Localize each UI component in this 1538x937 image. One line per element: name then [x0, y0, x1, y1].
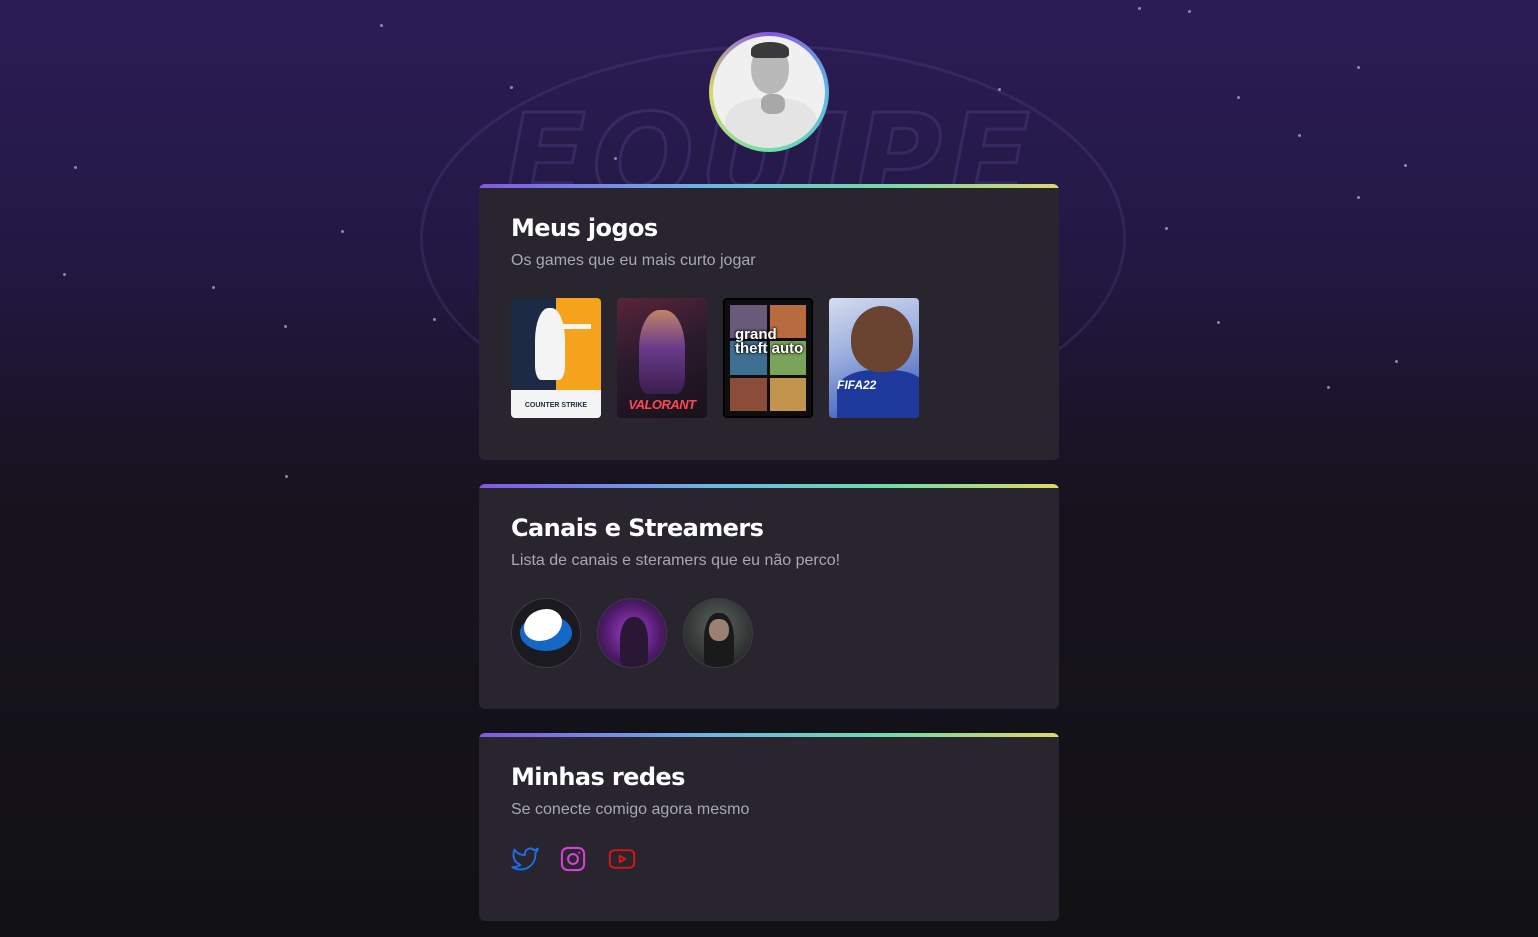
game-valorant[interactable]: VALORANT [617, 298, 707, 418]
socials-title: Minhas redes [511, 763, 685, 791]
channel-avatar[interactable] [683, 598, 753, 668]
socials-list [511, 845, 1027, 873]
twitter-icon[interactable] [511, 845, 539, 873]
channel-avatar[interactable] [597, 598, 667, 668]
games-subtitle: Os games que eu mais curto jogar [511, 252, 756, 269]
game-label: FIFA22 [837, 378, 877, 392]
game-gta-v[interactable]: grand theft auto [723, 298, 813, 418]
profile-avatar [709, 32, 829, 152]
game-label: COUNTER STRIKE [524, 402, 588, 409]
game-fifa-22[interactable]: FIFA22 [829, 298, 919, 418]
youtube-icon[interactable] [607, 845, 636, 873]
game-label: grand theft auto [735, 326, 804, 357]
socials-subtitle: Se conecte comigo agora mesmo [511, 801, 750, 818]
instagram-icon[interactable] [559, 845, 587, 873]
games-title: Meus jogos [511, 214, 658, 242]
channels-list [511, 598, 1027, 668]
game-counter-strike[interactable]: COUNTER STRIKE [511, 298, 601, 418]
channel-avatar[interactable] [511, 598, 581, 668]
profile-photo [713, 36, 825, 148]
socials-card: Minhas redes Se conecte comigo agora mes… [479, 733, 1059, 921]
games-list: COUNTER STRIKE VALORANT grand theft auto… [511, 298, 1027, 418]
game-label: VALORANT [628, 397, 696, 412]
channels-title: Canais e Streamers [511, 514, 764, 542]
channels-subtitle: Lista de canais e steramers que eu não p… [511, 552, 841, 569]
channels-card: Canais e Streamers Lista de canais e ste… [479, 484, 1059, 709]
games-card: Meus jogos Os games que eu mais curto jo… [479, 184, 1059, 460]
